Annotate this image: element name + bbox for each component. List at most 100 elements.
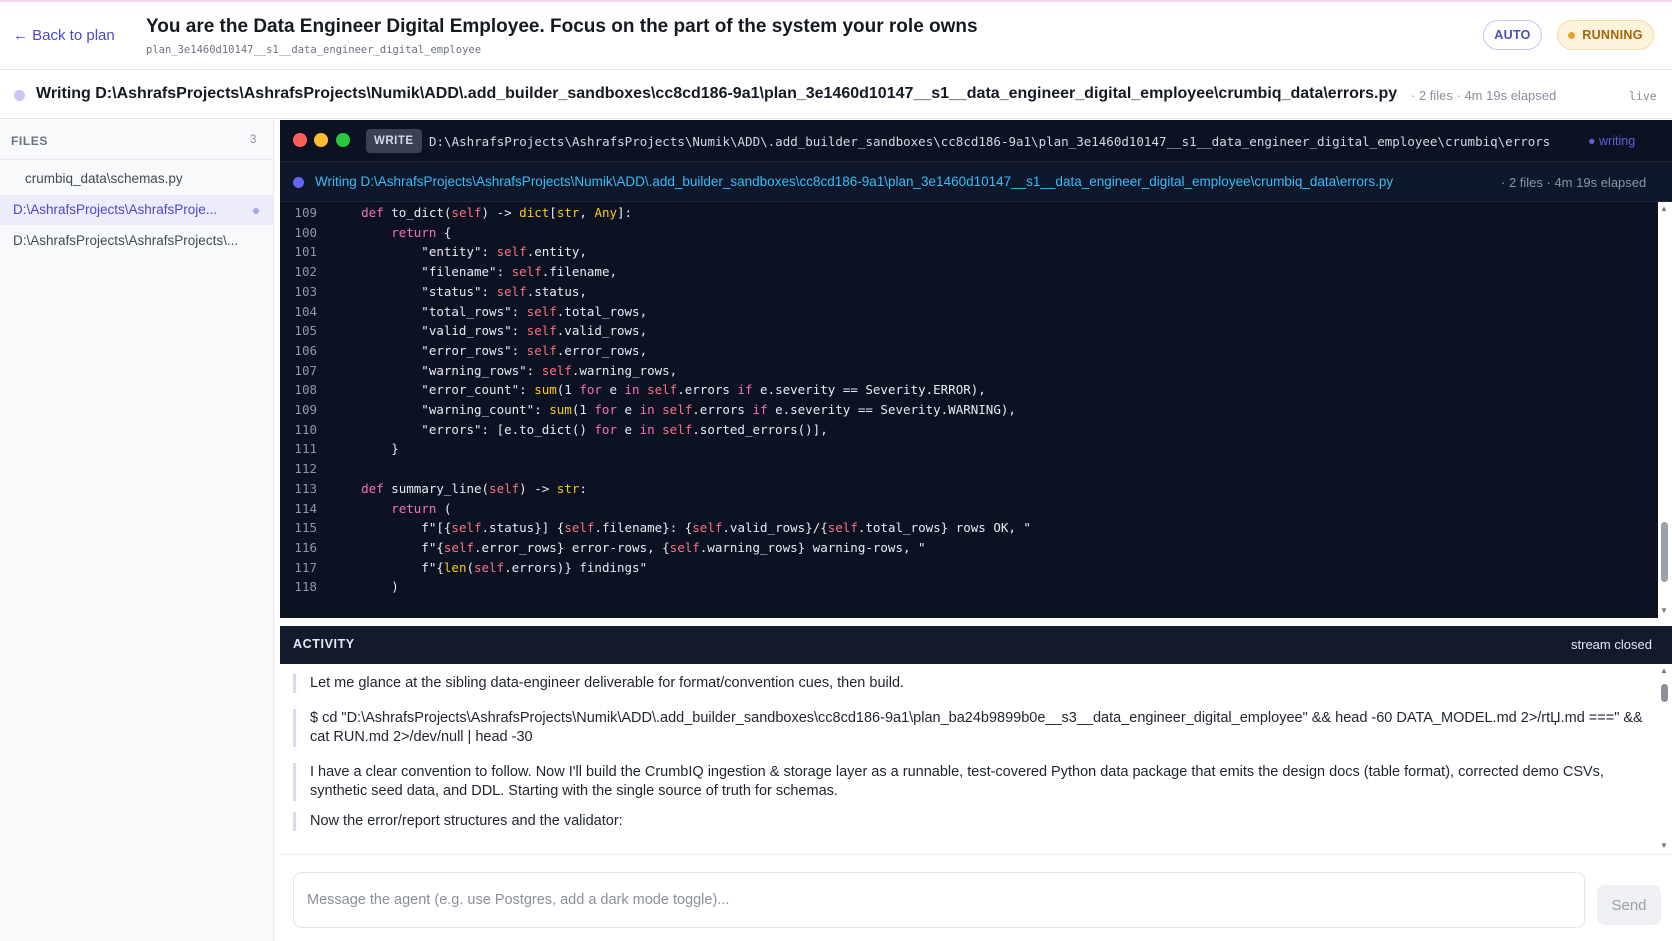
files-sidebar: FILES 3 crumbiq_data\schemas.py D:\Ashra…	[0, 120, 274, 941]
writing-dot-icon	[293, 177, 304, 188]
code-editor: WRITE D:\AshrafsProjects\AshrafsProjects…	[280, 120, 1672, 618]
line-number: 116	[294, 539, 317, 555]
code-text: "entity": self.entity,	[331, 244, 587, 260]
code-line: 117 f"{len(self.errors)} findings"	[280, 557, 1658, 578]
activity-message: Now the error/report structures and the …	[293, 812, 1649, 831]
status-meta: · 2 files · 4m 19s elapsed	[1411, 88, 1557, 103]
writing-status-text: Writing D:\AshrafsProjects\AshrafsProjec…	[36, 85, 1398, 102]
code-text: "status": self.status,	[331, 283, 587, 299]
code-line: 112	[280, 458, 1658, 479]
running-dot-icon	[1568, 31, 1576, 39]
editor-writing-text: Writing D:\AshrafsProjects\AshrafsProjec…	[315, 174, 1394, 189]
line-number: 113	[294, 480, 317, 496]
code-line: 115 f"[{self.status}] {self.filename}: {…	[280, 517, 1658, 538]
minimize-window-icon[interactable]	[314, 133, 328, 147]
activity-title: ACTIVITY	[293, 637, 355, 651]
code-text: "total_rows": self.total_rows,	[331, 303, 648, 319]
feed-scroll-up-icon[interactable]: ▲	[1660, 666, 1668, 675]
editor-scroll-thumb[interactable]	[1661, 522, 1668, 582]
activity-feed[interactable]: Let me glance at the sibling data-engine…	[280, 664, 1672, 854]
code-text: "filename": self.filename,	[331, 264, 617, 280]
status-dot-icon	[14, 90, 25, 101]
line-number: 106	[294, 342, 317, 358]
send-button[interactable]: Send	[1597, 885, 1661, 925]
activity-message: I have a clear convention to follow. Now…	[293, 763, 1649, 801]
file-item-errors-active[interactable]: D:\AshrafsProjects\AshrafsProje...	[0, 195, 273, 225]
line-number: 107	[294, 362, 317, 378]
writing-indicator: ● writing	[1588, 134, 1636, 148]
code-area[interactable]: 109 def to_dict(self) -> dict[str, Any]:…	[280, 202, 1658, 618]
code-text: f"{len(self.errors)} findings"	[331, 559, 648, 575]
line-number: 118	[294, 579, 317, 595]
line-number: 114	[294, 500, 317, 516]
auto-badge[interactable]: AUTO	[1483, 20, 1542, 50]
close-window-icon[interactable]	[293, 133, 307, 147]
file-item-label: D:\AshrafsProjects\AshrafsProje...	[13, 202, 218, 217]
code-text: "warning_rows": self.warning_rows,	[331, 362, 678, 378]
editor-scrollbar[interactable]: ▲ ▼	[1658, 202, 1672, 618]
code-text: "valid_rows": self.valid_rows,	[331, 323, 648, 339]
line-number: 109	[294, 205, 317, 220]
write-mode-badge: WRITE	[366, 129, 422, 153]
code-text: "errors": [e.to_dict() for e in self.sor…	[331, 421, 828, 437]
code-line: 110 "errors": [e.to_dict() for e in self…	[280, 419, 1658, 440]
code-text: "warning_count": sum(1 for e in self.err…	[331, 402, 1016, 417]
code-line: 116 f"{self.error_rows} error-rows, {sel…	[280, 537, 1658, 558]
code-line: 103 "status": self.status,	[280, 281, 1658, 302]
running-badge-label: RUNNING	[1582, 28, 1643, 42]
code-line: 111 }	[280, 438, 1658, 459]
activity-command: $ cd "D:\AshrafsProjects\AshrafsProjects…	[293, 709, 1649, 747]
editor-file-path: D:\AshrafsProjects\AshrafsProjects\Numik…	[429, 134, 1551, 149]
files-count: 3	[250, 134, 257, 146]
code-line: 102 "filename": self.filename,	[280, 261, 1658, 282]
page-title: You are the Data Engineer Digital Employ…	[146, 16, 978, 37]
code-line: 100 return {	[280, 222, 1658, 243]
live-indicator: live	[1629, 89, 1657, 103]
auto-badge-label: AUTO	[1494, 28, 1531, 42]
code-line: 106 "error_rows": self.error_rows,	[280, 340, 1658, 361]
feed-scroll-thumb[interactable]	[1661, 684, 1668, 702]
message-input[interactable]	[293, 872, 1585, 928]
file-item-third[interactable]: D:\AshrafsProjects\AshrafsProjects\...	[0, 226, 273, 256]
stream-status: stream closed	[1571, 637, 1652, 652]
back-to-plan-link[interactable]: ← Back to plan	[13, 27, 115, 44]
line-number: 104	[294, 303, 317, 319]
line-number: 110	[294, 421, 317, 437]
code-text: return {	[391, 224, 452, 240]
code-line: 105 "valid_rows": self.valid_rows,	[280, 320, 1658, 341]
activity-message: Let me glance at the sibling data-engine…	[293, 674, 1649, 693]
code-text: return (	[391, 500, 452, 516]
code-line: 114 return (	[280, 498, 1658, 519]
code-text: )	[331, 579, 399, 595]
line-number: 105	[294, 323, 317, 339]
code-text: def to_dict(self) -> dict[str, Any]:	[361, 205, 633, 220]
files-divider	[0, 159, 273, 160]
scroll-up-icon[interactable]: ▲	[1660, 204, 1668, 213]
editor-writing-meta: · 2 files · 4m 19s elapsed	[1501, 175, 1647, 190]
feed-scrollbar[interactable]: ▲ ▼	[1658, 664, 1672, 854]
writing-status-bar: Writing D:\AshrafsProjects\AshrafsProjec…	[0, 71, 1672, 119]
code-line: 108 "error_count": sum(1 for e in self.e…	[280, 379, 1658, 400]
code-line: 113 def summary_line(self) -> str:	[280, 478, 1658, 499]
file-item-schemas[interactable]: crumbiq_data\schemas.py	[0, 164, 273, 194]
code-line: 109 "warning_count": sum(1 for e in self…	[280, 399, 1658, 420]
code-text: "error_count": sum(1 for e in self.error…	[331, 382, 986, 398]
editor-writing-banner: Writing D:\AshrafsProjects\AshrafsProjec…	[280, 162, 1672, 202]
code-text: }	[331, 441, 399, 457]
line-number: 115	[294, 520, 317, 536]
code-text: f"[{self.status}] {self.filename}: {self…	[331, 520, 1031, 536]
feed-scroll-down-icon[interactable]: ▼	[1660, 841, 1668, 850]
line-number: 101	[294, 244, 317, 260]
line-number: 112	[294, 461, 317, 477]
line-number: 117	[294, 559, 317, 575]
plan-id: plan_3e1460d10147__s1__data_engineer_dig…	[146, 44, 482, 56]
line-number: 102	[294, 264, 317, 280]
line-number: 103	[294, 283, 317, 299]
code-line: 104 "total_rows": self.total_rows,	[280, 301, 1658, 322]
code-line: 107 "warning_rows": self.warning_rows,	[280, 360, 1658, 381]
running-status-badge: RUNNING	[1557, 20, 1654, 50]
scroll-down-icon[interactable]: ▼	[1660, 606, 1668, 615]
maximize-window-icon[interactable]	[336, 133, 350, 147]
file-item-label: D:\AshrafsProjects\AshrafsProjects\...	[13, 233, 239, 248]
active-file-dot-icon	[253, 208, 259, 214]
